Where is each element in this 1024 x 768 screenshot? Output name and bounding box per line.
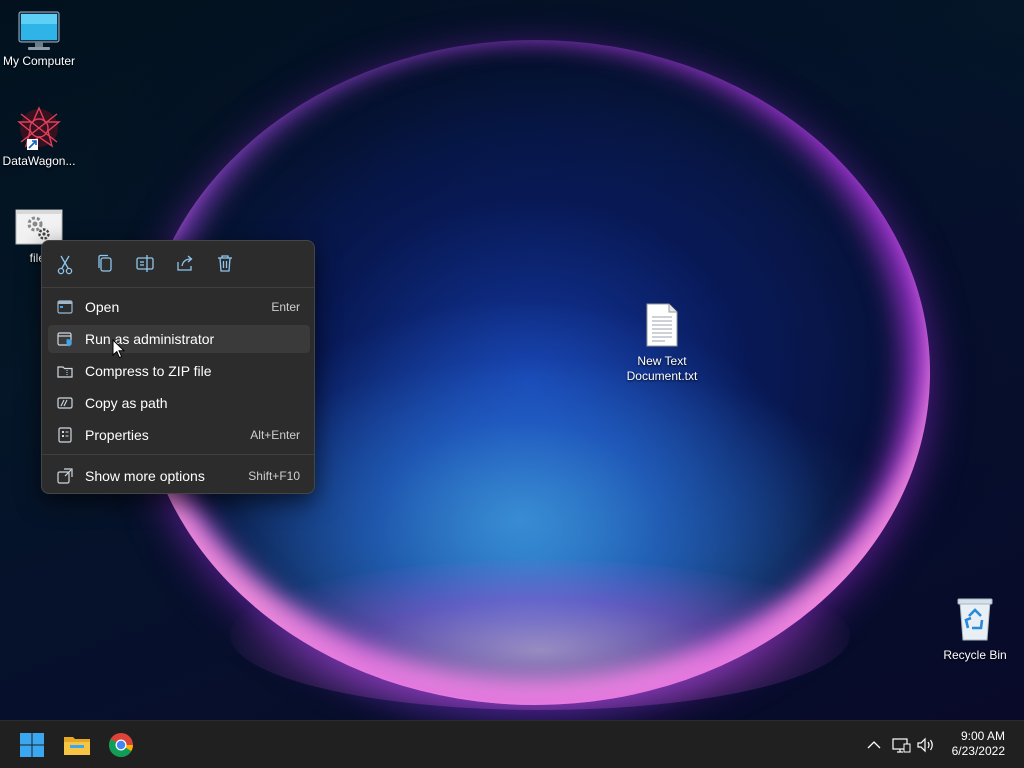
desktop-icon-label: Recycle Bin [943,648,1007,662]
desktop-icon-label: DataWagon... [2,154,76,168]
network-icon [892,738,911,753]
menu-item-run-as-administrator[interactable]: Run as administrator [48,325,310,353]
cut-button[interactable] [52,252,78,276]
monitor-icon [18,11,60,50]
more-options-icon [57,468,73,484]
text-document-icon [646,303,678,347]
desktop-icon-label: My Computer [2,54,76,68]
menu-item-shortcut: Shift+F10 [248,469,300,483]
network-button[interactable] [891,735,911,755]
cut-icon [57,255,73,275]
share-icon [177,255,193,271]
properties-icon [58,427,72,443]
menu-item-open[interactable]: Open Enter [48,293,310,321]
menu-item-label: Copy as path [85,395,168,411]
menu-item-properties[interactable]: Properties Alt+Enter [48,421,310,449]
menu-item-label: Open [85,299,120,315]
share-button[interactable] [172,252,198,276]
context-menu: Open Enter Run as administrator Compress… [41,240,315,494]
chevron-up-icon [867,741,881,749]
recycle-bin-icon [957,598,993,641]
clock-time: 9:00 AM [960,729,1005,743]
desktop-icon-label: New Text Document.txt [626,354,698,383]
chrome-icon [108,733,133,758]
delete-icon [218,255,232,272]
taskbar: 9:00 AM 6/23/2022 [0,720,1024,768]
start-button[interactable] [16,729,48,761]
volume-button[interactable] [916,735,936,755]
menu-item-label: Run as administrator [85,331,215,347]
desktop-icon-recycle-bin[interactable]: Recycle Bin [935,596,1015,663]
mouse-cursor-icon [112,339,126,359]
datawagon-app-icon [17,106,61,150]
file-explorer-button[interactable] [61,729,93,761]
zip-folder-icon [57,366,73,378]
menu-item-shortcut: Alt+Enter [250,428,300,442]
desktop-icon-my-computer[interactable]: My Computer [0,10,79,69]
wallpaper-glow [230,560,850,710]
system-clock[interactable]: 9:00 AM 6/23/2022 [952,729,1005,759]
admin-shield-icon [57,332,72,347]
copy-path-icon [57,397,73,409]
copy-icon [98,254,112,272]
chrome-button[interactable] [105,729,137,761]
rename-button[interactable] [132,252,158,276]
menu-item-shortcut: Enter [271,300,300,314]
desktop-icon-datawagon[interactable]: DataWagon... [0,106,79,169]
menu-item-show-more-options[interactable]: Show more options Shift+F10 [48,462,310,490]
menu-item-label: Properties [85,427,149,443]
volume-icon [917,737,933,753]
desktop: My Computer DataWagon... file. New Text … [0,0,1024,720]
menu-separator [42,454,314,455]
menu-item-label: Compress to ZIP file [85,363,212,379]
context-menu-toolbar [42,241,314,288]
menu-item-copy-as-path[interactable]: Copy as path [48,389,310,417]
show-hidden-icons-button[interactable] [864,735,884,755]
rename-icon [136,255,154,272]
open-icon [57,300,73,314]
delete-button[interactable] [212,252,238,276]
windows-start-icon [20,733,44,757]
desktop-icon-new-text-document[interactable]: New Text Document.txt [622,302,702,384]
menu-item-label: Show more options [85,468,205,484]
clock-date: 6/23/2022 [951,744,1005,758]
menu-item-compress-zip[interactable]: Compress to ZIP file [48,357,310,385]
file-explorer-icon [64,737,90,755]
copy-button[interactable] [92,252,118,276]
